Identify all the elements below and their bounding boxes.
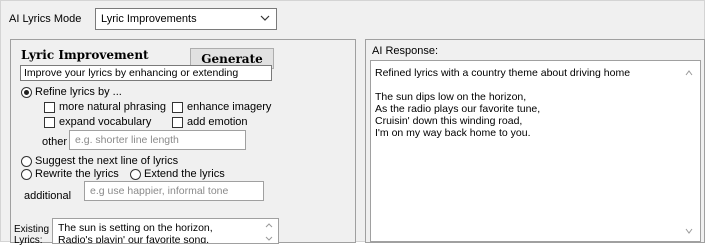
refine-label: Refine lyrics by ... — [35, 86, 122, 98]
enhance-imagery-label: enhance imagery — [187, 101, 272, 113]
rewrite-radio[interactable] — [21, 168, 32, 180]
expand-vocabulary-label: expand vocabulary — [59, 116, 152, 128]
mode-label: AI Lyrics Mode — [9, 13, 82, 25]
ai-response-panel: AI Response: Refined lyrics with a count… — [365, 39, 705, 243]
scroll-arrows-icon[interactable] — [264, 221, 274, 243]
natural-phrasing-checkbox[interactable] — [44, 101, 55, 113]
suggest-radio[interactable] — [21, 155, 32, 167]
response-label: AI Response: — [372, 45, 439, 57]
refine-radio[interactable] — [21, 86, 32, 98]
suggest-label: Suggest the next line of lyrics — [35, 155, 179, 167]
additional-label: additional — [24, 190, 72, 202]
existing-lyrics-textarea[interactable]: The sun is setting on the horizon, Radio… — [52, 218, 279, 244]
expand-vocabulary-option[interactable]: expand vocabulary — [44, 116, 151, 128]
natural-phrasing-label: more natural phrasing — [59, 101, 167, 113]
suggest-option[interactable]: Suggest the next line of lyrics — [21, 155, 178, 167]
rewrite-option[interactable]: Rewrite the lyrics — [21, 168, 119, 180]
mode-select-value: Lyric Improvements — [101, 13, 197, 25]
mode-select[interactable]: Lyric Improvements — [95, 8, 277, 30]
response-textarea[interactable]: Refined lyrics with a country theme abou… — [370, 60, 701, 242]
response-line: As the radio plays our favorite tune, — [375, 103, 541, 115]
additional-input[interactable]: e.g use happier, informal tone — [84, 181, 264, 201]
response-heading: Refined lyrics with a country theme abou… — [375, 67, 631, 79]
lyric-improvement-panel: Lyric Improvement Generate Improve your … — [10, 39, 356, 246]
refine-option[interactable]: Refine lyrics by ... — [21, 86, 122, 98]
extend-option[interactable]: Extend the lyrics — [130, 168, 225, 180]
existing-lyric-line: The sun is setting on the horizon, — [58, 222, 213, 234]
response-line: I'm on my way back home to you. — [375, 127, 531, 139]
rewrite-label: Rewrite the lyrics — [35, 168, 119, 180]
add-emotion-label: add emotion — [187, 116, 248, 128]
scroll-down-arrow-icon[interactable] — [684, 227, 694, 235]
enhance-imagery-checkbox[interactable] — [172, 101, 183, 113]
enhance-imagery-option[interactable]: enhance imagery — [172, 101, 271, 113]
existing-label-line-1: Existing — [14, 224, 50, 235]
extend-label: Extend the lyrics — [144, 168, 225, 180]
scroll-up-arrow-icon[interactable] — [684, 69, 694, 77]
add-emotion-checkbox[interactable] — [172, 116, 183, 128]
existing-lyric-line: Radio's playin' our favorite song, — [58, 234, 210, 244]
response-line: Cruisin' down this winding road, — [375, 115, 523, 127]
expand-vocabulary-checkbox[interactable] — [44, 116, 55, 128]
ai-lyrics-window: AI Lyrics Mode Lyric Improvements Lyric … — [0, 0, 705, 246]
other-input[interactable]: e.g. shorter line length — [69, 130, 246, 150]
response-line: The sun dips low on the horizon, — [375, 91, 527, 103]
panel-title: Lyric Improvement — [21, 48, 149, 62]
description-field[interactable]: Improve your lyrics by enhancing or exte… — [20, 65, 272, 81]
existing-label-line-2: Lyrics: — [14, 235, 43, 246]
chevron-down-icon — [260, 15, 270, 21]
existing-lyrics-label: Existing Lyrics: — [14, 224, 49, 246]
add-emotion-option[interactable]: add emotion — [172, 116, 248, 128]
other-label: other — [42, 136, 68, 148]
extend-radio[interactable] — [130, 168, 141, 180]
natural-phrasing-option[interactable]: more natural phrasing — [44, 101, 166, 113]
